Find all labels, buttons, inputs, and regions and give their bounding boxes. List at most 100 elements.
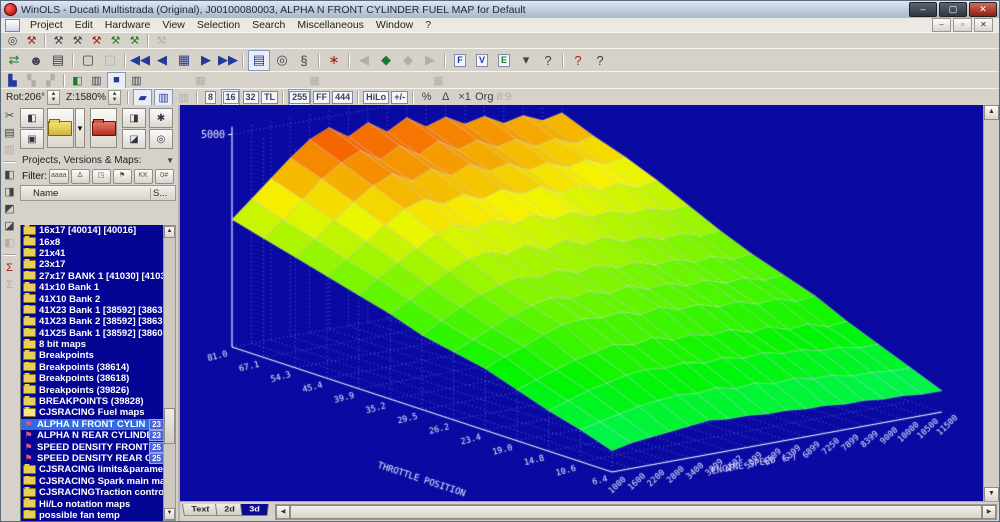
list-item[interactable]: Hi/Lo notation maps bbox=[21, 498, 165, 509]
forward-button[interactable]: ▶ bbox=[420, 51, 440, 70]
version-disabled-button[interactable]: ◧ bbox=[1, 235, 18, 250]
view-horizontal-scrollbar[interactable]: ◀ ▶ bbox=[275, 504, 997, 520]
map-3d-button[interactable]: ■ bbox=[107, 72, 126, 89]
prev-map-button[interactable]: ◀ bbox=[152, 51, 172, 70]
folder-view-button[interactable]: F bbox=[450, 51, 470, 70]
window-disabled-button[interactable]: ▢ bbox=[100, 51, 120, 70]
percent-button[interactable]: % bbox=[418, 90, 435, 105]
list-item[interactable]: CJSRACING Fuel maps bbox=[21, 407, 165, 418]
child-minimize-button[interactable]: – bbox=[932, 18, 951, 32]
rotation-spinner[interactable]: ▲▼ bbox=[47, 90, 60, 105]
menu--[interactable]: ? bbox=[419, 19, 437, 31]
menu-project[interactable]: Project bbox=[24, 19, 69, 31]
projects-versions-maps-selector[interactable]: Projects, Versions & Maps: ▼ bbox=[18, 153, 178, 168]
tab-text[interactable]: Text bbox=[182, 504, 219, 516]
win-arrange-button[interactable]: ▦ bbox=[430, 73, 447, 88]
bookmark-alt-button[interactable]: ◆ bbox=[398, 51, 418, 70]
sign-button[interactable]: +/- bbox=[391, 90, 408, 105]
win-cascade-button[interactable]: ▦ bbox=[306, 73, 323, 88]
remove-version-button[interactable]: ◨ bbox=[1, 184, 18, 199]
tree-scrollbar[interactable]: ▲ ▼ bbox=[163, 225, 176, 521]
import-file-button[interactable] bbox=[90, 108, 117, 148]
list-item[interactable]: Breakpoints (39826) bbox=[21, 384, 165, 395]
close-button[interactable]: ✕ bbox=[969, 2, 997, 17]
map-view-button[interactable]: E bbox=[494, 51, 514, 70]
original-button[interactable]: Org bbox=[475, 90, 493, 105]
poly-view-button[interactable]: ▰ bbox=[133, 89, 152, 106]
tab-3d[interactable]: 3d bbox=[240, 504, 269, 516]
first-map-button[interactable]: ◀◀ bbox=[130, 51, 150, 70]
list-item[interactable]: 41x10 Bank 1 bbox=[21, 282, 165, 293]
next-map-button[interactable]: ▶ bbox=[196, 51, 216, 70]
list-item[interactable]: 41X23 Bank 2 [38592] [38630 bbox=[21, 316, 165, 327]
bin-444-button[interactable]: 444 bbox=[332, 90, 353, 105]
checksum-ok-button[interactable]: Σ bbox=[1, 260, 18, 275]
list-item[interactable]: 41X10 Bank 2 bbox=[21, 293, 165, 304]
list-item[interactable]: 8 bit maps bbox=[21, 339, 165, 350]
view-scroll-down-icon[interactable]: ▼ bbox=[984, 487, 999, 502]
chart-disabled2-button[interactable]: ▞ bbox=[42, 73, 59, 88]
list-item[interactable]: ⚑ALPHA N FRONT CYLIN23 bbox=[21, 419, 165, 430]
copy-button[interactable]: ▤ bbox=[1, 125, 18, 140]
overlay-button[interactable]: ◧ bbox=[69, 73, 86, 88]
bits-tl-button[interactable]: TL bbox=[261, 90, 278, 105]
checksum-warn-button[interactable]: Σ bbox=[1, 277, 18, 292]
axis-mode-button[interactable]: ▥ bbox=[88, 73, 105, 88]
menu-miscellaneous[interactable]: Miscellaneous bbox=[291, 19, 370, 31]
scroll-right-icon[interactable]: ▶ bbox=[982, 505, 996, 519]
back-button[interactable]: ◀ bbox=[354, 51, 374, 70]
list-item[interactable]: 23x17 bbox=[21, 259, 165, 270]
list-item[interactable]: CJSRACING limits&parameters bbox=[21, 464, 165, 475]
hammer-disabled-button[interactable]: ⚒ bbox=[153, 33, 170, 48]
tree-column-header[interactable]: Name S... bbox=[20, 185, 176, 201]
filter-delta-button[interactable]: Δ bbox=[71, 169, 90, 184]
version-view-button[interactable]: V bbox=[472, 51, 492, 70]
wizard-button[interactable]: ✱ bbox=[149, 108, 173, 128]
hammer-add-button[interactable]: ⚒ bbox=[50, 33, 67, 48]
rotation-field[interactable]: Rot:206° ▲▼ bbox=[6, 90, 60, 105]
tree-scroll-thumb[interactable] bbox=[164, 408, 175, 444]
list-item[interactable]: ⚑SPEED DENSITY FRONT CY25 bbox=[21, 441, 165, 452]
filter-flag-button[interactable]: ⚑ bbox=[113, 169, 132, 184]
list-item[interactable]: CJSRACING Spark main maps bbox=[21, 476, 165, 487]
last-map-button[interactable]: ▶▶ bbox=[218, 51, 238, 70]
duplicate-version-button[interactable]: ◩ bbox=[1, 201, 18, 216]
script-button[interactable]: § bbox=[294, 51, 314, 70]
about-button[interactable]: ? bbox=[568, 51, 588, 70]
user-button[interactable]: ☻ bbox=[26, 51, 46, 70]
hscroll-thumb[interactable] bbox=[290, 505, 982, 519]
menu-selection[interactable]: Selection bbox=[191, 19, 246, 31]
list-item[interactable]: 16x8 bbox=[21, 236, 165, 247]
paste-button[interactable]: ▥ bbox=[1, 142, 18, 157]
list-item[interactable]: possible fan temp bbox=[21, 510, 165, 521]
bits-16-button[interactable]: 16 bbox=[221, 89, 240, 106]
maximize-button[interactable]: ▢ bbox=[939, 2, 967, 17]
chart-disabled-button[interactable]: ▚ bbox=[23, 73, 40, 88]
hilo-button[interactable]: HiLo bbox=[363, 90, 389, 105]
list-item[interactable]: Breakpoints (38614) bbox=[21, 362, 165, 373]
open-project-dropdown[interactable]: ▼ bbox=[75, 108, 86, 148]
child-window-system-icon[interactable] bbox=[5, 19, 20, 32]
context-help-button[interactable]: ? bbox=[590, 51, 610, 70]
filter-area-button[interactable]: ◳ bbox=[92, 169, 111, 184]
new-version-button[interactable]: ◧ bbox=[1, 167, 18, 182]
view-vertical-scrollbar[interactable]: ▲ ▼ bbox=[983, 105, 999, 502]
window-new-button[interactable]: ▢ bbox=[78, 51, 98, 70]
win-tile-button[interactable]: ▦ bbox=[192, 73, 209, 88]
bits-32-button[interactable]: 32 bbox=[242, 90, 259, 105]
menu-window[interactable]: Window bbox=[370, 19, 419, 31]
help-button[interactable]: ? bbox=[538, 51, 558, 70]
ratio-button[interactable]: 8:9 bbox=[495, 90, 512, 105]
list-item[interactable]: 41X23 Bank 1 [38592] [38630 bbox=[21, 305, 165, 316]
scroll-left-icon[interactable]: ◀ bbox=[276, 505, 290, 519]
column-name[interactable]: Name bbox=[21, 188, 150, 199]
list-item[interactable]: ⚑SPEED DENSITY REAR CYL25 bbox=[21, 453, 165, 464]
new-project-button[interactable]: ◧ bbox=[20, 108, 44, 128]
cut-button[interactable]: ✂ bbox=[1, 108, 18, 123]
list-item[interactable]: BREAKPOINTS (39828) bbox=[21, 396, 165, 407]
hammer-delete-button[interactable]: ⚒ bbox=[88, 33, 105, 48]
fuel-map-3d-surface[interactable] bbox=[180, 105, 986, 504]
search-maps-button[interactable]: ◎ bbox=[149, 129, 173, 149]
axis-width-button[interactable]: ▥ bbox=[128, 73, 145, 88]
child-close-button[interactable]: ✕ bbox=[974, 18, 993, 32]
